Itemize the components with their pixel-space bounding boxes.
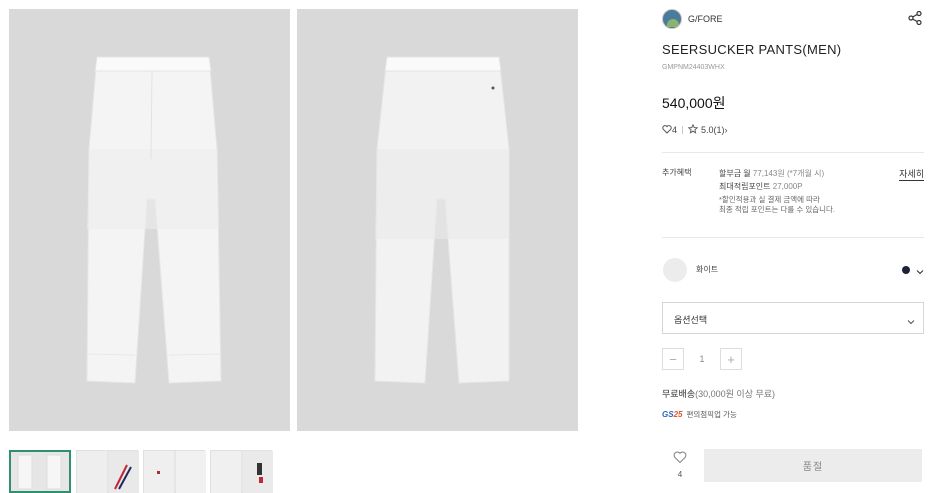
gs25-text: 편의점픽업 가능 (686, 410, 737, 419)
brand-name[interactable]: G/FORE (688, 14, 723, 24)
product-title: SEERSUCKER PANTS(MEN) (662, 42, 842, 57)
chevron-down-icon (907, 313, 915, 331)
brand-logo[interactable] (662, 9, 682, 29)
option-select[interactable]: 옵션선택 (662, 302, 924, 334)
brand-row: G/FORE (662, 8, 924, 30)
thumbnail-strip (9, 450, 273, 493)
wishlist-count: 4 (677, 470, 683, 479)
benefit-details: 할부금 월 77,143원 (*7개월 시) 최대적립포인트 27,000P *… (719, 167, 835, 215)
wishlist-button[interactable]: 4 (670, 451, 690, 479)
gs25-logo: GS25 (662, 410, 683, 419)
pants-front-illustration (86, 56, 222, 384)
soldout-button[interactable]: 품절 (704, 449, 922, 482)
installment-line: 할부금 월 77,143원 (*7개월 시) (719, 169, 825, 178)
color-selector[interactable]: 화이트 (662, 238, 924, 298)
color-name: 화이트 (696, 265, 719, 274)
thumbnail-4[interactable] (210, 450, 273, 493)
rating-link[interactable]: 5.0(1)› (701, 125, 728, 135)
product-image-back[interactable] (297, 9, 578, 431)
product-price: 540,000원 (662, 95, 726, 111)
divider (682, 126, 684, 134)
color-dot[interactable] (902, 266, 910, 274)
share-icon[interactable] (908, 10, 922, 30)
meta-row: 4 5.0(1)› (662, 123, 924, 136)
benefit-detail-link[interactable]: 자세히 (899, 167, 924, 181)
gs25-pickup-row: GS25 편의점픽업 가능 (662, 409, 924, 420)
points-line: 최대적립포인트 27,000P (719, 182, 803, 191)
star-icon (687, 123, 699, 136)
chevron-down-icon[interactable] (916, 263, 924, 281)
divider (662, 152, 924, 153)
thumbnail-1[interactable] (9, 450, 71, 493)
points-note: *할인적용과 실 결제 금액에 따라 최종 적립 포인트는 다를 수 있습니다. (719, 195, 836, 214)
benefit-section: 추가혜택 할부금 월 77,143원 (*7개월 시) 최대적립포인트 27,0… (662, 167, 924, 237)
pants-back-illustration (374, 56, 510, 384)
option-select-label: 옵션선택 (674, 315, 708, 325)
shipping-info: 무료배송(30,000원 이상 무료) (662, 389, 776, 399)
benefit-label: 추가혜택 (662, 168, 692, 177)
quantity-minus-button[interactable]: − (662, 348, 684, 370)
quantity-stepper: − 1 + (662, 348, 924, 370)
wishlist-heart-icon (673, 451, 687, 468)
product-code: GMPNM24403WHX (662, 64, 725, 71)
thumbnail-2[interactable] (76, 450, 139, 493)
likes-count: 4 (672, 125, 678, 135)
thumbnail-3[interactable] (143, 450, 206, 493)
color-swatch[interactable] (663, 258, 687, 282)
quantity-value: 1 (699, 354, 705, 364)
quantity-plus-button[interactable]: + (720, 348, 742, 370)
product-image-front[interactable] (9, 9, 290, 431)
heart-icon[interactable] (662, 124, 672, 136)
product-info-panel: G/FORE SEERSUCKER PANTS(MEN) GMPNM24403W… (662, 8, 924, 420)
